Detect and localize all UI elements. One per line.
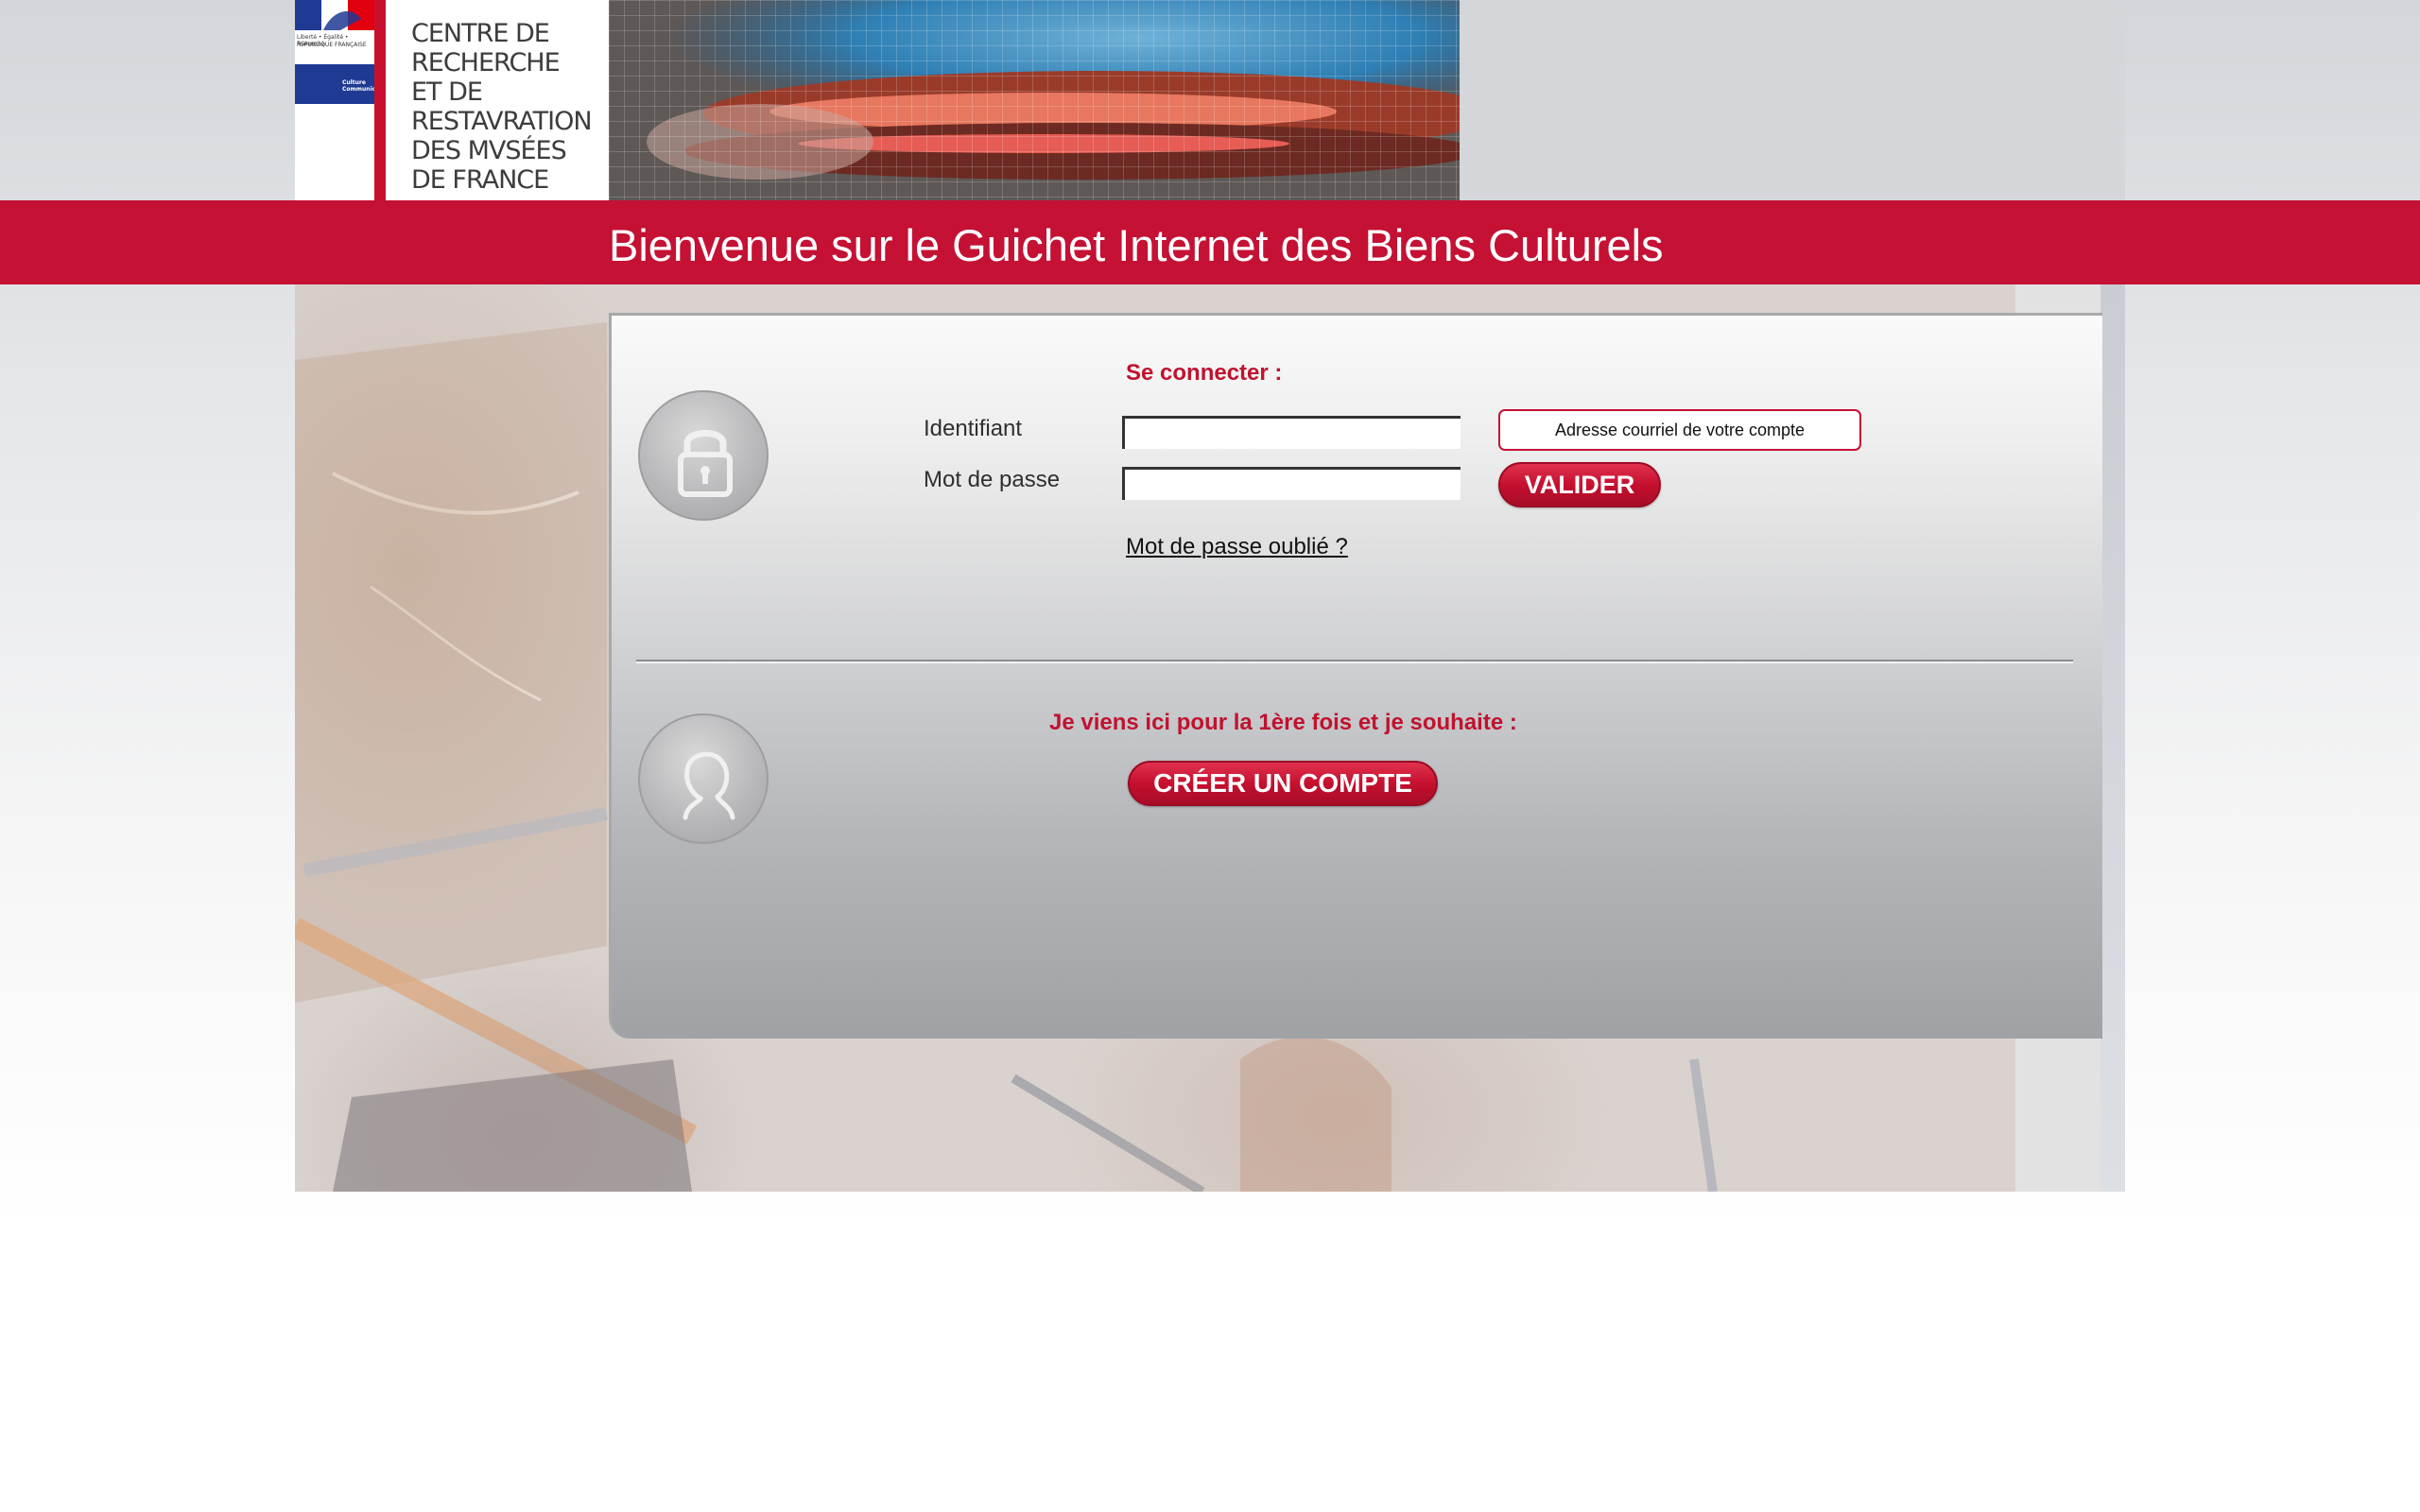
- background-right-edge: [2100, 284, 2125, 1192]
- site-header: Liberté • Égalité • Fraternité RÉPUBLIQU…: [295, 0, 2125, 200]
- password-input[interactable]: [1122, 467, 1461, 500]
- email-hint-box: Adresse courriel de votre compte: [1498, 409, 1861, 451]
- password-label: Mot de passe: [924, 467, 1061, 492]
- logo-text: CENTRE DE RECHERCHE ET DE RESTAVRATION D…: [411, 19, 593, 195]
- identifiant-label: Identifiant: [924, 416, 1023, 441]
- page-title: Bienvenue sur le Guichet Internet des Bi…: [609, 220, 1664, 270]
- user-icon: [638, 713, 769, 844]
- create-account-button[interactable]: CRÉER UN COMPTE: [1128, 761, 1438, 806]
- panel-divider: [636, 660, 2073, 663]
- lock-icon: [638, 390, 769, 521]
- signup-heading: Je viens ici pour la 1ère fois et je sou…: [1049, 710, 1517, 735]
- banner-grid-overlay: [609, 0, 1460, 200]
- logo-republic: RÉPUBLIQUE FRANÇAISE: [297, 42, 367, 48]
- forgot-password-link[interactable]: Mot de passe oublié ?: [1126, 534, 1348, 560]
- crcmrf-logo[interactable]: Liberté • Égalité • Fraternité RÉPUBLIQU…: [295, 0, 609, 200]
- banner-photo: [609, 0, 2125, 200]
- identifiant-input[interactable]: [1122, 416, 1461, 449]
- marianne-logo: Liberté • Égalité • Fraternité RÉPUBLIQU…: [295, 0, 392, 104]
- logo-red-bar: [374, 0, 386, 200]
- logo-ministry: Culture Communication: [342, 79, 392, 93]
- login-heading: Se connecter :: [1126, 360, 1283, 386]
- validate-button[interactable]: VALIDER: [1498, 462, 1661, 507]
- title-bar: Bienvenue sur le Guichet Internet des Bi…: [0, 200, 2420, 284]
